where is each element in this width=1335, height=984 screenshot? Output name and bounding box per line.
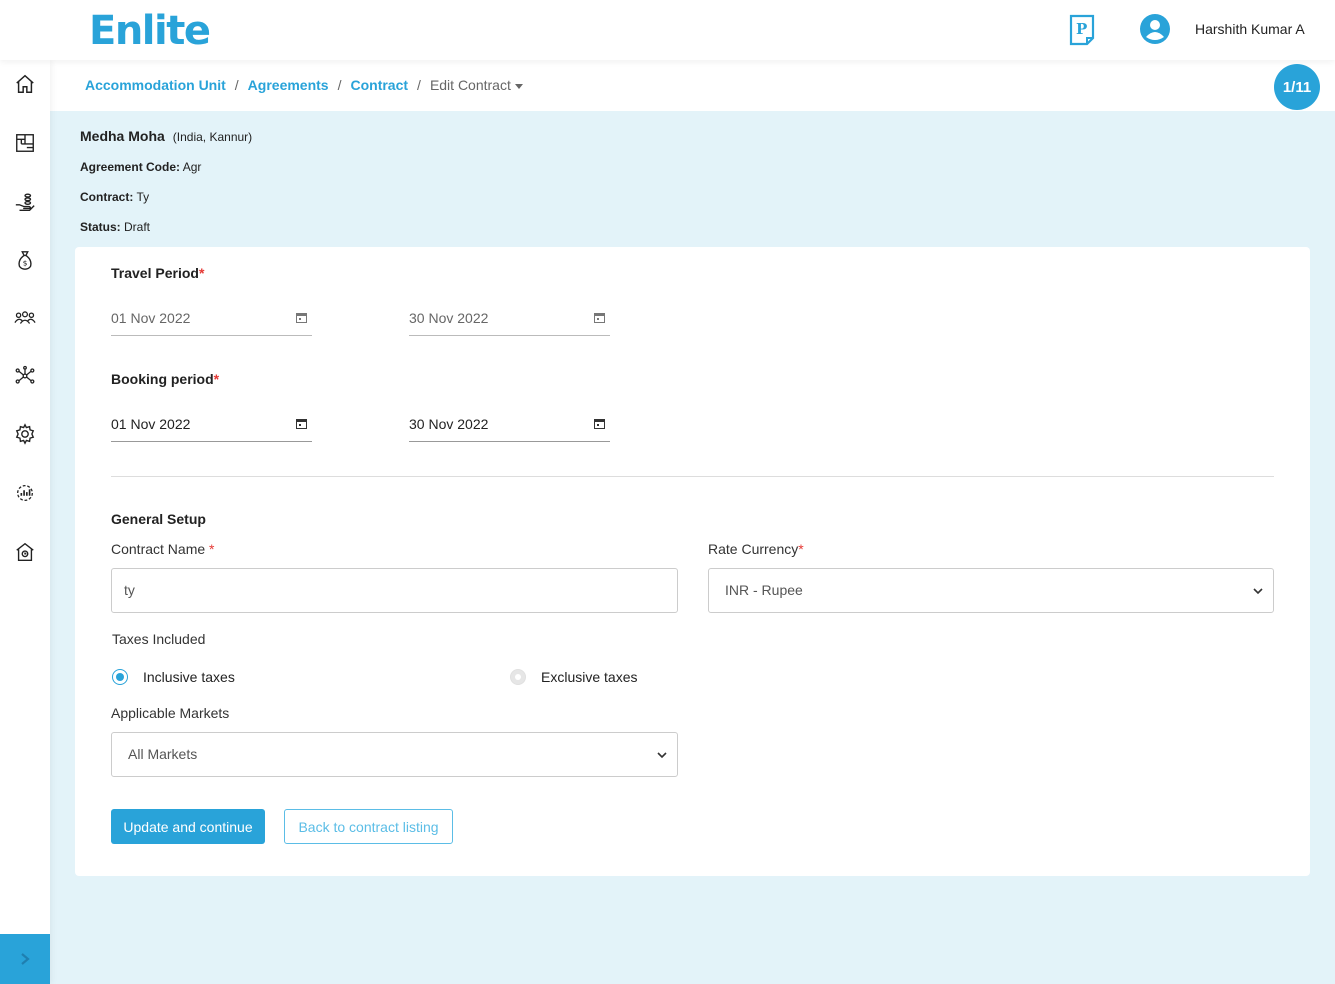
booking-period-label: Booking period — [111, 371, 214, 387]
chevron-down-icon — [1253, 588, 1263, 595]
applicable-markets-select[interactable]: All Markets — [111, 732, 678, 777]
inclusive-taxes-label[interactable]: Inclusive taxes — [143, 669, 235, 685]
inclusive-taxes-radio[interactable] — [112, 669, 128, 685]
exclusive-taxes-radio[interactable] — [510, 669, 526, 685]
required-mark: * — [213, 371, 220, 387]
breadcrumb: Accommodation Unit / Agreements / Contra… — [85, 77, 523, 93]
agreement-code-label: Agreement Code: — [80, 160, 181, 174]
contract-value: Ty — [136, 190, 150, 204]
status-line: Status: Draft — [80, 220, 150, 234]
building-icon[interactable] — [13, 540, 37, 564]
breadcrumb-bar: Accommodation Unit / Agreements / Contra… — [50, 60, 1335, 111]
travel-start-date-input[interactable]: 01 Nov 2022 — [111, 306, 312, 336]
breadcrumb-separator: / — [417, 77, 421, 93]
exclusive-taxes-label[interactable]: Exclusive taxes — [541, 669, 637, 685]
p-document-icon[interactable]: P — [1069, 14, 1095, 46]
calendar-icon[interactable] — [296, 418, 307, 429]
caret-down-icon — [514, 83, 523, 89]
booking-start-date-input[interactable]: 01 Nov 2022 — [111, 412, 312, 442]
hand-coins-icon[interactable] — [13, 190, 37, 214]
back-to-contract-listing-button[interactable]: Back to contract listing — [284, 809, 453, 844]
app-logo[interactable]: Enlite — [89, 8, 211, 54]
travel-start-date-value: 01 Nov 2022 — [111, 310, 191, 326]
booking-period-title: Booking period* — [111, 371, 219, 387]
partner-name: Medha Moha — [80, 128, 165, 144]
contract-form-card: Travel Period* 01 Nov 2022 30 Nov 2022 B… — [75, 247, 1310, 876]
travel-end-date-input[interactable]: 30 Nov 2022 — [409, 306, 610, 336]
required-mark: * — [798, 541, 804, 557]
chevron-right-icon — [21, 953, 30, 965]
rate-currency-label: Rate Currency — [708, 541, 799, 557]
taxes-included-label: Taxes Included — [112, 631, 206, 647]
rate-currency-value: INR - Rupee — [725, 582, 803, 598]
partner-name-line: Medha Moha (India, Kannur) — [80, 128, 252, 144]
sidebar: $ — [0, 60, 50, 984]
breadcrumb-separator: / — [337, 77, 342, 93]
required-mark: * — [198, 265, 205, 281]
travel-period-label: Travel Period — [111, 265, 199, 281]
step-counter-badge[interactable]: 1/11 — [1274, 64, 1320, 110]
users-icon[interactable] — [13, 306, 37, 330]
booking-end-date-input[interactable]: 30 Nov 2022 — [409, 412, 610, 442]
section-divider — [111, 476, 1274, 477]
user-name[interactable]: Harshith Kumar A — [1195, 21, 1305, 37]
breadcrumb-accommodation-unit[interactable]: Accommodation Unit — [85, 77, 226, 93]
calendar-icon[interactable] — [296, 312, 307, 323]
booking-end-date-value: 30 Nov 2022 — [409, 416, 489, 432]
chevron-down-icon — [657, 752, 667, 759]
breadcrumb-agreements[interactable]: Agreements — [248, 77, 329, 93]
applicable-markets-value: All Markets — [128, 746, 198, 762]
user-avatar-icon[interactable] — [1140, 14, 1170, 44]
rate-currency-select[interactable]: INR - Rupee — [708, 568, 1274, 613]
update-and-continue-button[interactable]: Update and continue — [111, 809, 265, 844]
breadcrumb-separator: / — [234, 77, 239, 93]
top-bar: Enlite P Harshith Kumar A — [0, 0, 1335, 60]
partner-location: (India, Kannur) — [172, 130, 253, 144]
analytics-icon[interactable] — [13, 481, 37, 505]
home-icon[interactable] — [13, 72, 37, 96]
general-setup-title: General Setup — [111, 511, 206, 527]
calendar-icon[interactable] — [594, 312, 605, 323]
breadcrumb-edit-contract-dropdown[interactable]: Edit Contract — [430, 77, 523, 93]
floor-plan-icon[interactable] — [13, 131, 37, 155]
money-bag-icon[interactable]: $ — [13, 248, 37, 272]
contract-line: Contract: Ty — [80, 190, 149, 204]
contract-name-label: Contract Name — [111, 541, 206, 557]
svg-text:$: $ — [23, 259, 28, 268]
agreement-code-line: Agreement Code: Agr — [80, 160, 201, 174]
calendar-icon[interactable] — [594, 418, 605, 429]
sidebar-expand-button[interactable] — [0, 934, 50, 984]
gear-icon[interactable] — [13, 422, 37, 446]
contract-name-label-wrap: Contract Name * — [111, 541, 215, 557]
breadcrumb-current-label: Edit Contract — [429, 77, 511, 93]
applicable-markets-label: Applicable Markets — [111, 705, 230, 721]
svg-text:P: P — [1076, 20, 1087, 38]
status-label: Status: — [80, 220, 121, 234]
travel-period-title: Travel Period* — [111, 265, 204, 281]
contract-label: Contract: — [80, 190, 134, 204]
travel-end-date-value: 30 Nov 2022 — [409, 310, 489, 326]
agreement-code-value: Agr — [182, 160, 202, 174]
rate-currency-label-wrap: Rate Currency* — [708, 541, 804, 557]
required-mark: * — [209, 541, 215, 557]
status-value: Draft — [124, 220, 151, 234]
booking-start-date-value: 01 Nov 2022 — [111, 416, 191, 432]
network-icon[interactable] — [13, 364, 37, 388]
contract-name-input[interactable]: ty — [111, 568, 678, 613]
breadcrumb-contract[interactable]: Contract — [350, 77, 408, 93]
